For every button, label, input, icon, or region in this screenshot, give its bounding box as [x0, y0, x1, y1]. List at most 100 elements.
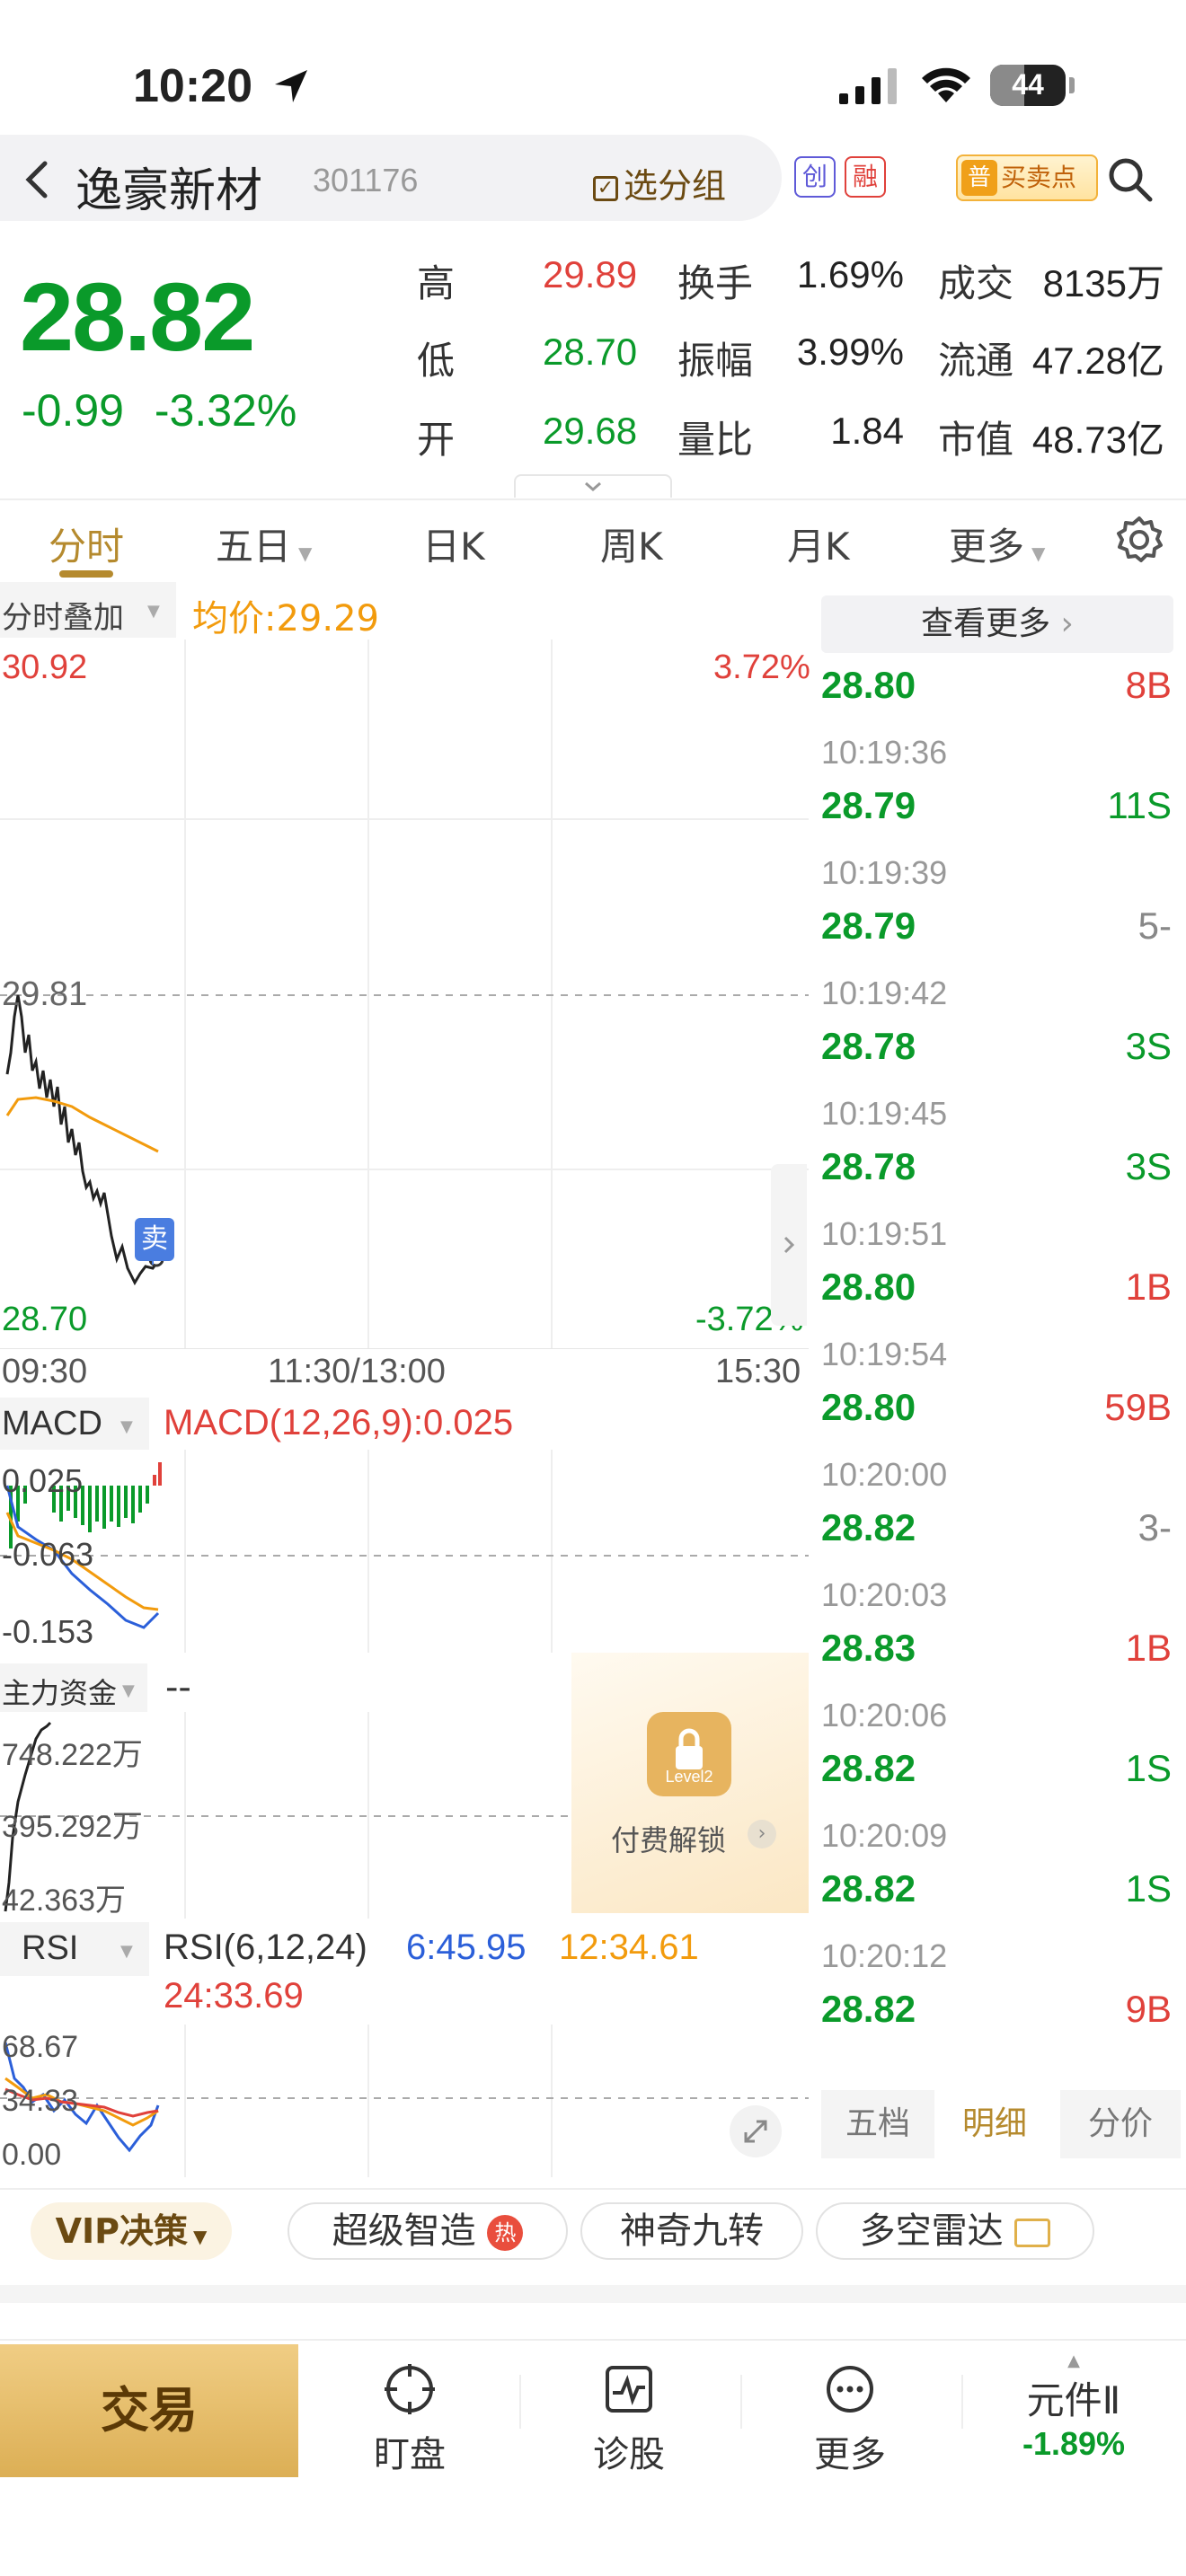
- rsi-params: RSI(6,12,24): [164, 1928, 367, 1967]
- see-more-button[interactable]: 查看更多 ›: [821, 595, 1173, 653]
- y-axis-high: 30.92: [2, 648, 88, 686]
- fullscreen-button[interactable]: [730, 2105, 782, 2157]
- chevron-right-icon: ›: [748, 1820, 776, 1848]
- time-axis-mid: 11:30/13:00: [268, 1353, 446, 1390]
- caret-up-icon: ▲: [1067, 2351, 1080, 2370]
- unlock-text: 付费解锁: [611, 1823, 727, 1857]
- select-group-button[interactable]: ✓ 选分组: [593, 158, 726, 207]
- wifi-icon: [922, 67, 970, 102]
- nav-more[interactable]: 更多: [778, 2362, 922, 2477]
- tab-daily-k[interactable]: 日K: [422, 516, 485, 571]
- quote-value: 48.73亿: [1031, 419, 1164, 461]
- level2-unlock-panel[interactable]: Level2 付费解锁 ›: [571, 1653, 809, 1913]
- chevron-down-icon: [585, 481, 601, 491]
- tab-trade-details[interactable]: 明细: [934, 2090, 1055, 2158]
- tab-more[interactable]: 更多 ▼: [949, 516, 1045, 571]
- pulse-chart-icon: [606, 2366, 652, 2413]
- quote-label: 高: [417, 261, 456, 305]
- trade-price: 28.79: [821, 784, 916, 826]
- related-sector[interactable]: ▲ 元件Ⅱ -1.89%: [988, 2351, 1159, 2463]
- gem-board-badge: 创: [794, 156, 836, 198]
- trade-time: 10:20:09: [821, 1817, 948, 1854]
- trade-price: 28.80: [821, 1386, 916, 1428]
- bottom-action-bar: 交易 盯盘 诊股 更多 ▲ 元件Ⅱ -1.89%: [0, 2339, 1186, 2576]
- trade-button[interactable]: 交易: [0, 2344, 298, 2477]
- tab-weekly-k[interactable]: 周K: [600, 516, 663, 571]
- quote-label: 市值: [938, 418, 1014, 462]
- nav-diagnose-label: 诊股: [593, 2434, 665, 2475]
- section-gap: [0, 2285, 1186, 2303]
- main-funds-label[interactable]: 主力资金: [2, 1671, 117, 1712]
- time-axis-start: 09:30: [2, 1353, 88, 1390]
- tab-five-levels[interactable]: 五档: [821, 2090, 934, 2158]
- buy-sell-point-button[interactable]: 普买卖点: [956, 154, 1098, 201]
- trade-price: 28.80: [821, 1266, 916, 1308]
- select-group-label: 选分组: [624, 166, 727, 206]
- vip-decision-button[interactable]: VIP决策 ▼: [31, 2202, 232, 2260]
- caret-down-icon: ▼: [193, 2226, 208, 2247]
- stock-code: 301176: [313, 162, 419, 198]
- tab-intraday[interactable]: 分时: [49, 516, 124, 571]
- trade-volume: 11S: [1107, 784, 1172, 826]
- funds-y3: 42.363万: [2, 1883, 126, 1918]
- expand-side-panel[interactable]: [771, 1164, 807, 1326]
- strategy-magic-nine[interactable]: 神奇九转: [580, 2202, 803, 2260]
- nav-diagnose[interactable]: 诊股: [557, 2362, 701, 2477]
- quote-value: 29.68: [543, 410, 638, 452]
- pct-high: 3.72%: [713, 648, 810, 686]
- caret-down-icon: ▼: [120, 1417, 133, 1436]
- trade-price: 28.82: [821, 1988, 916, 2030]
- time-axis-end: 15:30: [715, 1353, 801, 1390]
- trade-price: 28.78: [821, 1145, 916, 1187]
- caret-down-icon: ▼: [120, 1942, 133, 1961]
- nav-watch[interactable]: 盯盘: [338, 2362, 482, 2477]
- divider: [0, 2188, 1186, 2190]
- rsi-label[interactable]: RSI: [22, 1929, 78, 1968]
- expand-quote-handle[interactable]: [514, 474, 672, 498]
- average-price: 均价:29.29: [192, 598, 379, 640]
- quote-value: 3.99%: [796, 331, 904, 373]
- tab-monthly-k[interactable]: 月K: [787, 516, 850, 571]
- macd-y1: 0.025: [2, 1462, 84, 1499]
- nav-more-label: 更多: [814, 2434, 886, 2475]
- more-dots-icon: [827, 2366, 873, 2413]
- quote-value: 1.69%: [796, 253, 904, 296]
- trade-time: 10:20:06: [821, 1697, 948, 1734]
- macd-label[interactable]: MACD: [2, 1405, 102, 1443]
- expand-icon: [744, 2120, 767, 2143]
- y-axis-low: 28.70: [2, 1301, 88, 1338]
- trade-volume: 3S: [1125, 1025, 1172, 1067]
- trade-time: 10:20:00: [821, 1456, 948, 1493]
- trade-time: 10:19:45: [821, 1095, 948, 1132]
- quote-value: 29.89: [543, 253, 638, 296]
- sell-marker[interactable]: 卖: [135, 1218, 174, 1261]
- overlay-label[interactable]: 分时叠加: [2, 593, 124, 637]
- tab-more-label: 更多: [949, 525, 1025, 569]
- trade-time: 10:20:03: [821, 1576, 948, 1613]
- trade-volume: 1B: [1125, 1266, 1172, 1308]
- quote-label: 低: [417, 339, 456, 383]
- macd-params: MACD(12,26,9):0.025: [164, 1403, 514, 1442]
- divider: [519, 2375, 521, 2429]
- strategy-super-manufacture[interactable]: 超级智造 热: [288, 2202, 568, 2260]
- margin-trading-badge: 融: [845, 156, 886, 198]
- level2-text: Level2: [665, 1768, 713, 1786]
- tab-price-distribution[interactable]: 分价: [1060, 2090, 1181, 2158]
- trade-price: 28.80: [821, 664, 916, 706]
- rsi-chart: [0, 2025, 809, 2177]
- search-icon[interactable]: [1107, 156, 1154, 203]
- current-price: 28.82: [20, 262, 255, 371]
- quote-label: 流通: [938, 339, 1014, 383]
- trade-volume: 9B: [1125, 1988, 1172, 2030]
- quote-label: 成交: [938, 261, 1014, 305]
- y-axis-mid: 29.81: [2, 975, 88, 1013]
- active-tab-indicator: [59, 570, 113, 578]
- nav-watch-label: 盯盘: [374, 2434, 446, 2475]
- tab-five-day[interactable]: 五日 ▼: [216, 516, 312, 571]
- chevron-right-icon: [783, 1236, 795, 1254]
- rsi6-value: 6:45.95: [406, 1928, 527, 1967]
- trade-volume: 3-: [1137, 1506, 1172, 1548]
- back-chevron-icon[interactable]: [20, 158, 56, 201]
- strategy-bull-bear-radar[interactable]: 多空雷达: [816, 2202, 1094, 2260]
- settings-gear-icon[interactable]: [1114, 515, 1164, 565]
